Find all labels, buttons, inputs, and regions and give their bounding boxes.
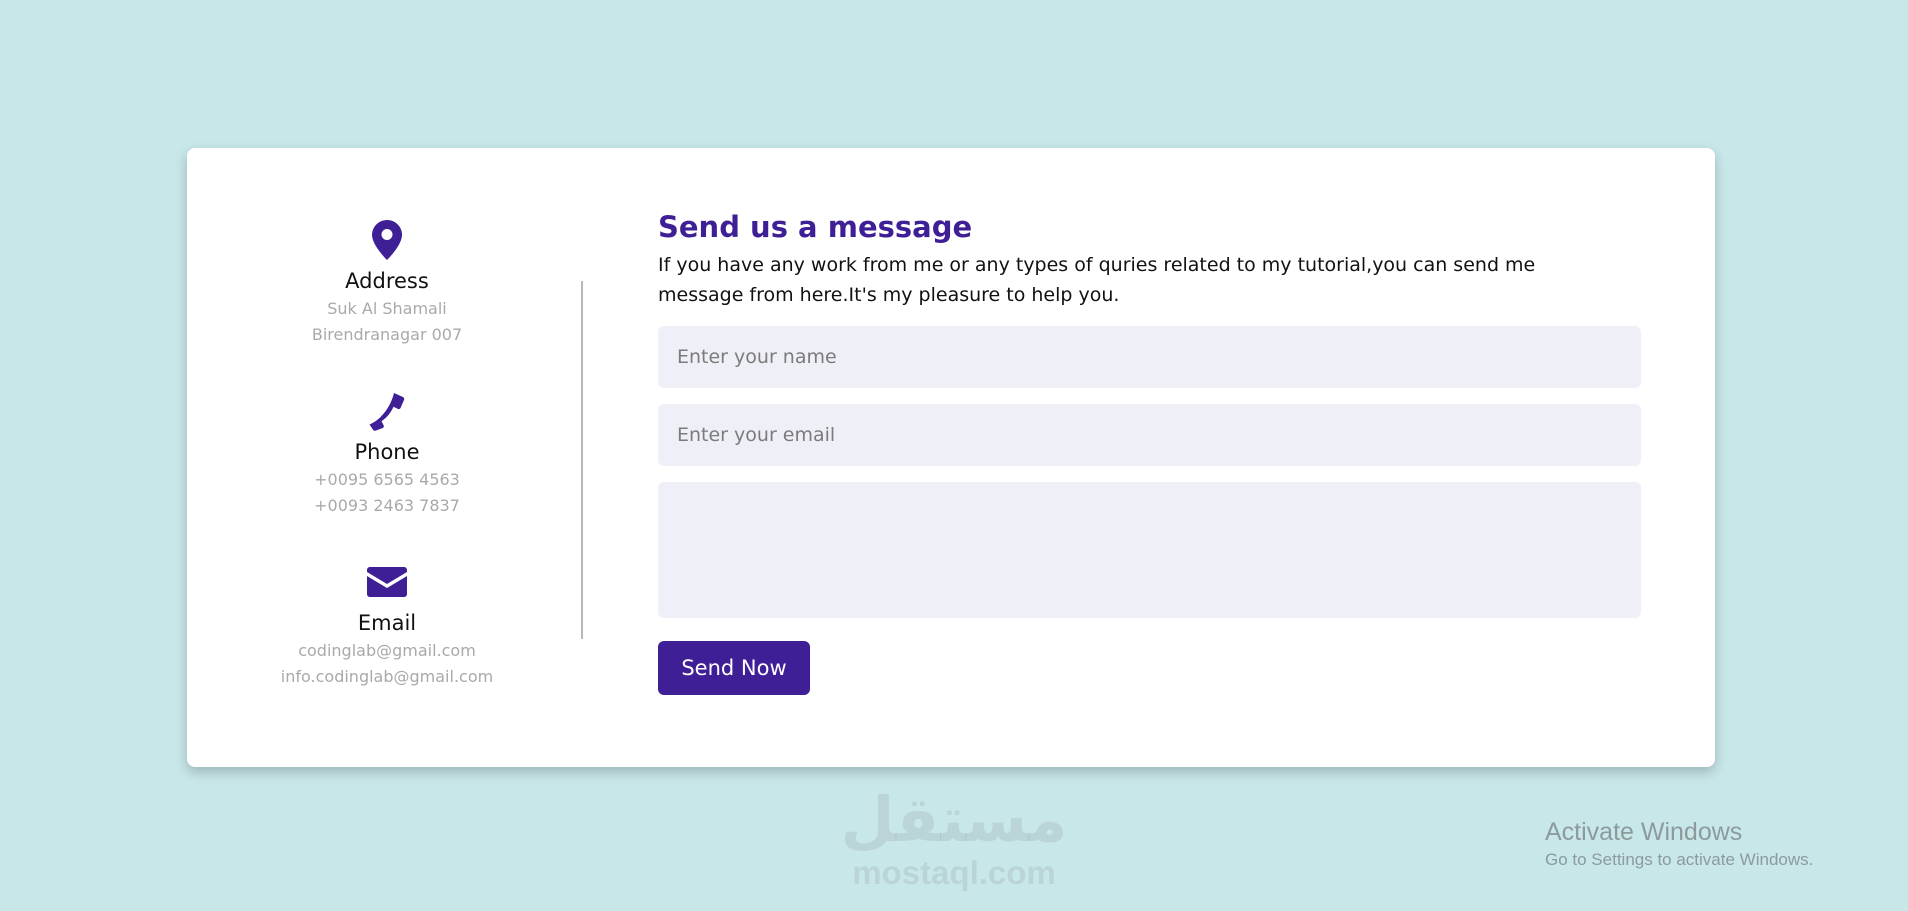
form-heading: Send us a message (658, 210, 973, 244)
address-title: Address (345, 269, 429, 293)
send-now-button[interactable]: Send Now (658, 641, 810, 695)
envelope-icon (187, 560, 587, 604)
email-line-2: info.codinglab@gmail.com (280, 667, 494, 686)
phone-line-1: +0095 6565 4563 (314, 470, 460, 489)
form-description: If you have any work from me or any type… (658, 254, 1536, 306)
phone-title: Phone (354, 440, 420, 464)
mostaql-watermark: مستقل mostaql.com (838, 785, 1070, 891)
activate-windows-subtitle: Go to Settings to activate Windows. (1545, 850, 1814, 869)
watermark-latin: mostaql.com (852, 854, 1056, 891)
name-input[interactable] (658, 326, 1641, 388)
activate-windows-notice: Activate Windows Go to Settings to activ… (1545, 816, 1813, 872)
activate-windows-title: Activate Windows (1545, 818, 1743, 846)
address-line-1: Suk Al Shamali (327, 299, 447, 318)
location-pin-icon (187, 218, 587, 262)
address-line-2: Birendranagar 007 (311, 325, 463, 344)
email-block: Email codinglab@gmail.com info.codinglab… (187, 560, 587, 690)
phone-icon (187, 389, 587, 433)
vertical-divider (581, 281, 583, 639)
email-input[interactable] (658, 404, 1641, 466)
phone-block: Phone +0095 6565 4563 +0093 2463 7837 (187, 389, 587, 519)
message-textarea[interactable] (658, 482, 1641, 618)
watermark-arabic: مستقل (840, 783, 1068, 856)
phone-line-2: +0093 2463 7837 (314, 496, 460, 515)
email-line-1: codinglab@gmail.com (298, 641, 476, 660)
email-title: Email (357, 611, 417, 635)
contact-details: Address Suk Al Shamali Birendranagar 007… (187, 148, 587, 767)
address-block: Address Suk Al Shamali Birendranagar 007 (187, 218, 587, 348)
contact-card: Address Suk Al Shamali Birendranagar 007… (187, 148, 1715, 767)
message-form: Send us a message If you have any work f… (658, 148, 1641, 767)
